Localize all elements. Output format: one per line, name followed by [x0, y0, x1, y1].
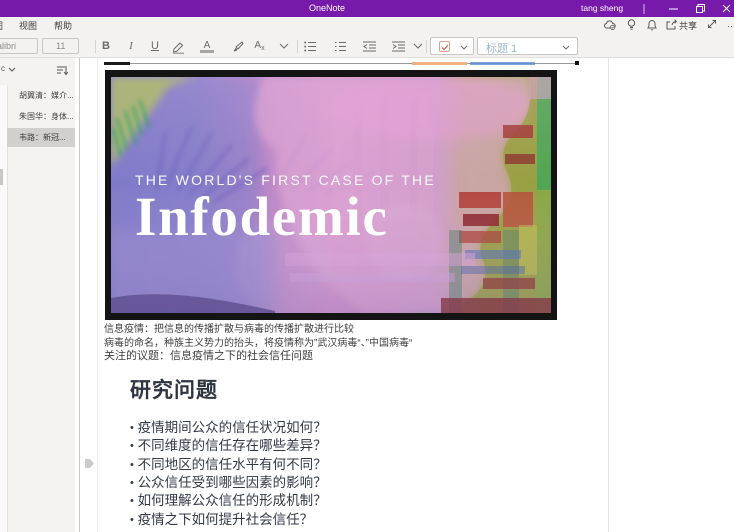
svg-text:Infodemic: Infodemic	[135, 186, 389, 247]
